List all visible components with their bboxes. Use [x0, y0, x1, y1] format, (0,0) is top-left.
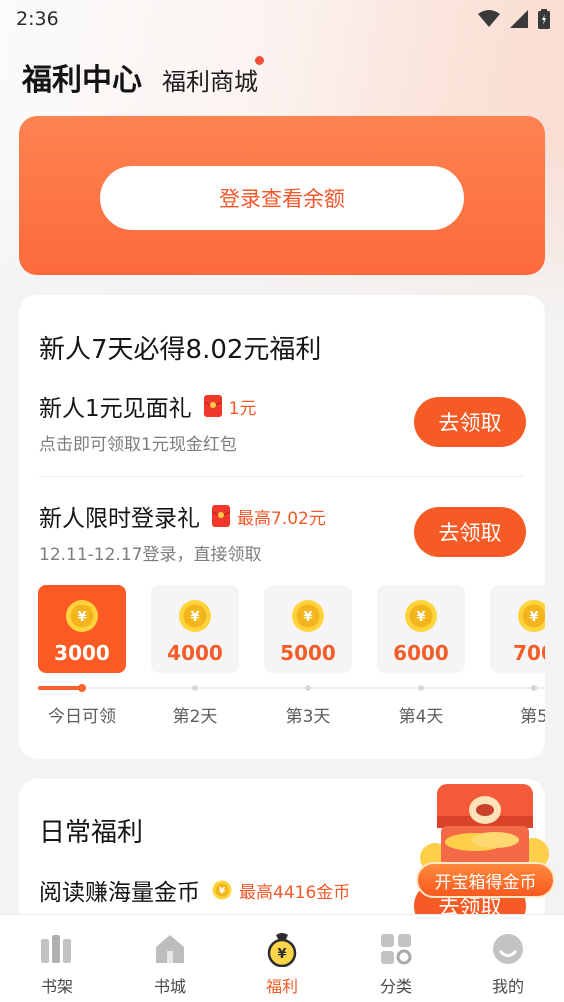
signal-icon [510, 10, 528, 28]
balance-card: 登录查看余额 [19, 116, 545, 275]
battery-icon [538, 9, 550, 29]
daily-task-name: 阅读赚海量金币 [39, 880, 200, 906]
category-icon [381, 934, 412, 965]
day-box: ¥ 5000 [264, 585, 352, 673]
day-item-3[interactable]: ¥ 5000 第3天 [264, 585, 352, 727]
task-2-reward: 最高7.02元 [237, 508, 326, 529]
bookstore-icon [156, 935, 184, 963]
day-item-4[interactable]: ¥ 6000 第4天 [377, 585, 465, 727]
day-box: ¥ 3000 [38, 585, 126, 673]
red-packet-icon [212, 505, 230, 527]
tab-category[interactable]: 分类 [356, 931, 436, 997]
task-2-desc: 12.11-12.17登录，直接领取 [39, 545, 262, 565]
day-label: 今日可领 [48, 707, 116, 727]
day-dot [305, 685, 311, 691]
newbie-card-title: 新人7天必得8.02元福利 [39, 335, 322, 365]
day-label: 第4天 [398, 707, 444, 727]
tab-label: 分类 [379, 977, 412, 996]
task-1-desc: 点击即可领取1元现金红包 [39, 435, 237, 455]
tab-profile[interactable]: 我的 [468, 931, 548, 997]
gold-coin-icon: ¥ [179, 600, 211, 632]
gold-coin-icon: ¥ [212, 880, 232, 900]
day-dot [78, 684, 86, 692]
tab-welfare[interactable]: ¥ 福利 [242, 931, 322, 997]
day-item-5[interactable]: ¥ 700 第5 [490, 585, 545, 727]
task-2-name: 新人限时登录礼 [39, 506, 200, 532]
day-amount: 3000 [54, 641, 110, 665]
page-title: 福利中心 [22, 63, 142, 98]
status-icons [478, 9, 550, 29]
daily-task-reward-tag: ¥ 最高4416金币 [212, 878, 350, 903]
day-box: ¥ 700 [490, 585, 545, 673]
svg-text:¥: ¥ [77, 610, 86, 625]
day-amount: 700 [513, 641, 545, 665]
svg-text:¥: ¥ [219, 887, 226, 897]
red-packet-icon [203, 395, 222, 417]
profile-icon [493, 934, 523, 964]
tab-bookshelf[interactable]: 书架 [17, 931, 97, 997]
task-1-claim-button[interactable]: 去领取 [414, 397, 526, 447]
tab-label: 福利 [265, 977, 298, 996]
sign-in-days: ¥ 3000 今日可领 ¥ 4000 第2天 ¥ 5000 第3天 ¥ 6000… [38, 585, 545, 735]
tab-label: 我的 [491, 977, 524, 996]
day-amount: 6000 [393, 641, 449, 665]
svg-text:¥: ¥ [529, 610, 538, 625]
day-label: 第5 [520, 707, 545, 727]
tab-label: 书城 [153, 977, 186, 996]
svg-text:¥: ¥ [303, 610, 312, 625]
money-bag-icon: ¥ [267, 933, 297, 967]
day-amount: 5000 [280, 641, 336, 665]
task-1-name-row: 新人1元见面礼 1元 [39, 389, 256, 423]
gold-coin-icon: ¥ [66, 600, 98, 632]
wifi-icon [478, 10, 500, 27]
welfare-mall-link[interactable]: 福利商城 [162, 56, 264, 97]
day-dot [418, 685, 424, 691]
status-time: 2:36 [16, 8, 59, 30]
svg-text:¥: ¥ [190, 610, 199, 625]
daily-task-name-row: 阅读赚海量金币 ¥ 最高4416金币 [39, 873, 350, 907]
day-dot [531, 685, 537, 691]
divider [39, 476, 525, 477]
day-box: ¥ 6000 [377, 585, 465, 673]
task-1-name: 新人1元见面礼 [39, 396, 192, 422]
newbie-welfare-card: 新人7天必得8.02元福利 新人1元见面礼 1元 点击即可领取1元现金红包 去领… [19, 295, 545, 759]
task-2-claim-button[interactable]: 去领取 [414, 507, 526, 557]
login-view-balance-button[interactable]: 登录查看余额 [100, 166, 464, 230]
bottom-tab-bar: 书架 书城 ¥ 福利 分类 我的 [0, 914, 564, 1002]
svg-text:¥: ¥ [277, 947, 286, 962]
day-amount: 4000 [167, 641, 223, 665]
task-1-reward-tag: 1元 [203, 394, 257, 419]
task-2-reward-tag: 最高7.02元 [212, 504, 326, 529]
day-box: ¥ 4000 [151, 585, 239, 673]
day-item-1[interactable]: ¥ 3000 今日可领 [38, 585, 126, 727]
daily-card-title: 日常福利 [39, 818, 144, 848]
bookshelf-icon [41, 935, 71, 963]
task-1-reward: 1元 [228, 398, 257, 419]
gold-coin-icon: ¥ [292, 600, 324, 632]
tab-label: 书架 [40, 977, 73, 996]
daily-task-reward: 最高4416金币 [239, 882, 351, 903]
gold-coin-icon: ¥ [518, 600, 545, 632]
tab-bookstore[interactable]: 书城 [130, 931, 210, 997]
task-2-name-row: 新人限时登录礼 最高7.02元 [39, 499, 326, 533]
day-label: 第2天 [172, 707, 218, 727]
notification-dot [255, 56, 264, 65]
svg-text:¥: ¥ [416, 610, 425, 625]
open-treasure-button[interactable]: 开宝箱得金币 [416, 862, 555, 898]
gold-coin-icon: ¥ [405, 600, 437, 632]
status-bar: 2:36 [0, 0, 564, 38]
day-dot [192, 685, 198, 691]
page-header: 福利中心 福利商城 [22, 55, 264, 99]
welfare-mall-label: 福利商城 [162, 68, 258, 96]
day-label: 第3天 [285, 707, 331, 727]
day-item-2[interactable]: ¥ 4000 第2天 [151, 585, 239, 727]
